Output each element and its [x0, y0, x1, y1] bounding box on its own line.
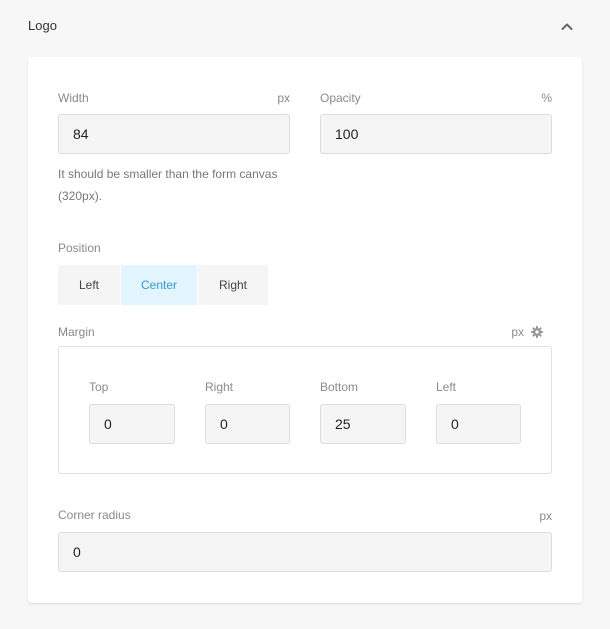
logo-section-header[interactable]: Logo [0, 0, 610, 56]
width-input[interactable]: 84 [58, 114, 290, 154]
position-left-button[interactable]: Left [58, 265, 120, 305]
margin-bottom-label: Bottom [320, 380, 359, 394]
width-label: Width [58, 91, 89, 105]
width-unit: px [277, 91, 290, 105]
opacity-label: Opacity [320, 91, 361, 105]
logo-settings-card: Width px 84 It should be smaller than th… [28, 57, 582, 603]
margin-label: Margin [58, 325, 95, 339]
gear-icon[interactable] [531, 326, 543, 338]
chevron-up-icon[interactable] [558, 18, 576, 36]
position-center-button[interactable]: Center [121, 265, 197, 305]
corner-radius-input[interactable]: 0 [58, 532, 552, 572]
corner-radius-unit: px [539, 509, 552, 523]
margin-left-input[interactable]: 0 [436, 404, 521, 444]
margin-unit: px [511, 325, 524, 339]
opacity-unit: % [541, 91, 552, 105]
width-help-text: It should be smaller than the form canva… [58, 167, 278, 203]
margin-left-label: Left [436, 380, 457, 394]
margin-box: Top 0 Right 0 Bottom 25 Left 0 [58, 346, 552, 474]
position-right-button[interactable]: Right [198, 265, 268, 305]
margin-right-input[interactable]: 0 [205, 404, 290, 444]
opacity-input[interactable]: 100 [320, 114, 552, 154]
margin-right-label: Right [205, 380, 234, 394]
position-label: Position [58, 241, 101, 255]
margin-top-input[interactable]: 0 [89, 404, 175, 444]
margin-bottom-input[interactable]: 25 [320, 404, 406, 444]
section-title: Logo [28, 18, 57, 33]
corner-radius-label: Corner radius [58, 508, 131, 522]
margin-top-label: Top [89, 380, 109, 394]
